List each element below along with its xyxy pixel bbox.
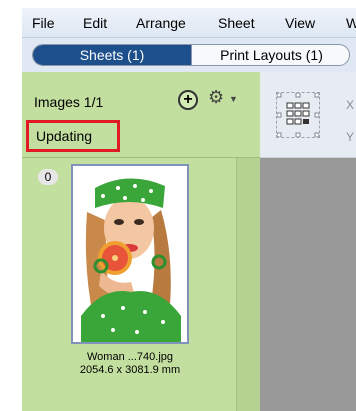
images-panel: Images 1/1 + ⚙ ▼ Updating 0 Woman ...740… xyxy=(22,72,260,411)
view-switcher: Sheets (1) Print Layouts (1) xyxy=(32,44,350,66)
position-toolbar: X Y xyxy=(260,72,356,158)
grid-icon xyxy=(276,92,320,138)
gear-icon[interactable]: ⚙ xyxy=(208,87,224,108)
image-index-badge: 0 xyxy=(38,169,58,185)
menu-arrange[interactable]: Arrange xyxy=(136,15,186,31)
images-count: Images 1/1 xyxy=(34,94,104,110)
image-thumbnail[interactable] xyxy=(71,164,189,344)
menu-edit[interactable]: Edit xyxy=(83,15,107,31)
y-position-label: Y xyxy=(346,130,355,144)
menu-bar: File Edit Arrange Sheet View W xyxy=(22,8,356,38)
tab-print-layouts[interactable]: Print Layouts (1) xyxy=(191,45,349,65)
tab-sheets[interactable]: Sheets (1) xyxy=(33,45,191,65)
menu-file[interactable]: File xyxy=(32,15,55,31)
thumbnail-list: 0 Woman ...740.jpg 2054.6 x 3081.9 mm xyxy=(22,158,260,411)
thumbnail-filename: Woman ...740.jpg xyxy=(86,351,173,363)
alignment-grid-icon[interactable] xyxy=(276,92,320,138)
menu-window[interactable]: W xyxy=(346,15,356,31)
thumbnail-photo xyxy=(73,166,187,342)
x-position-label: X xyxy=(346,98,355,112)
menu-sheet[interactable]: Sheet xyxy=(218,15,255,31)
tab-bar: Sheets (1) Print Layouts (1) xyxy=(22,38,356,72)
chevron-down-icon[interactable]: ▼ xyxy=(229,94,238,104)
canvas-area[interactable] xyxy=(260,158,356,411)
menu-view[interactable]: View xyxy=(285,15,315,31)
status-updating: Updating xyxy=(26,120,120,152)
thumbnail-caption: Woman ...740.jpg 2054.6 x 3081.9 mm xyxy=(52,351,208,377)
add-image-button[interactable]: + xyxy=(178,90,198,110)
images-panel-header: Images 1/1 + ⚙ ▼ Updating xyxy=(22,72,260,158)
plus-icon: + xyxy=(183,91,193,108)
thumbnail-scrollbar[interactable] xyxy=(236,158,260,411)
thumbnail-dimensions: 2054.6 x 3081.9 mm xyxy=(79,364,181,376)
